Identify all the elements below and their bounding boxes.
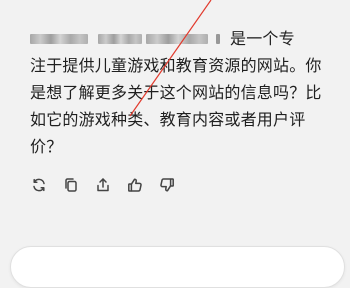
assistant-message: 是一个专 注于提供儿童游戏和教育资源的网站。你 是想了解更多关于这个网站的信息吗… xyxy=(30,25,330,160)
message-line-5: 价？ xyxy=(30,137,63,156)
share-icon xyxy=(97,178,109,192)
thumbs-up-icon xyxy=(128,178,142,192)
thumbs-down-icon xyxy=(160,178,174,192)
share-button[interactable] xyxy=(94,176,112,194)
message-line-3: 是想了解更多关于这个网站的信息吗？比 xyxy=(30,83,322,102)
redacted-block xyxy=(98,33,142,44)
copy-icon xyxy=(65,178,77,192)
message-line-4: 如它的游戏种类、教育内容或者用户评 xyxy=(30,110,306,129)
redacted-block xyxy=(216,33,220,44)
chat-input-box[interactable] xyxy=(10,246,345,288)
regenerate-icon xyxy=(33,178,45,192)
thumbs-up-button[interactable] xyxy=(126,176,144,194)
redacted-block xyxy=(30,33,88,44)
message-line-1: 是一个专 xyxy=(30,25,330,52)
copy-button[interactable] xyxy=(62,176,80,194)
message-actions xyxy=(30,176,176,194)
message-text: 是一个专 xyxy=(230,29,295,48)
redacted-block xyxy=(146,33,208,44)
thumbs-down-button[interactable] xyxy=(158,176,176,194)
regenerate-button[interactable] xyxy=(30,176,48,194)
message-line-2: 注于提供儿童游戏和教育资源的网站。你 xyxy=(30,56,322,75)
